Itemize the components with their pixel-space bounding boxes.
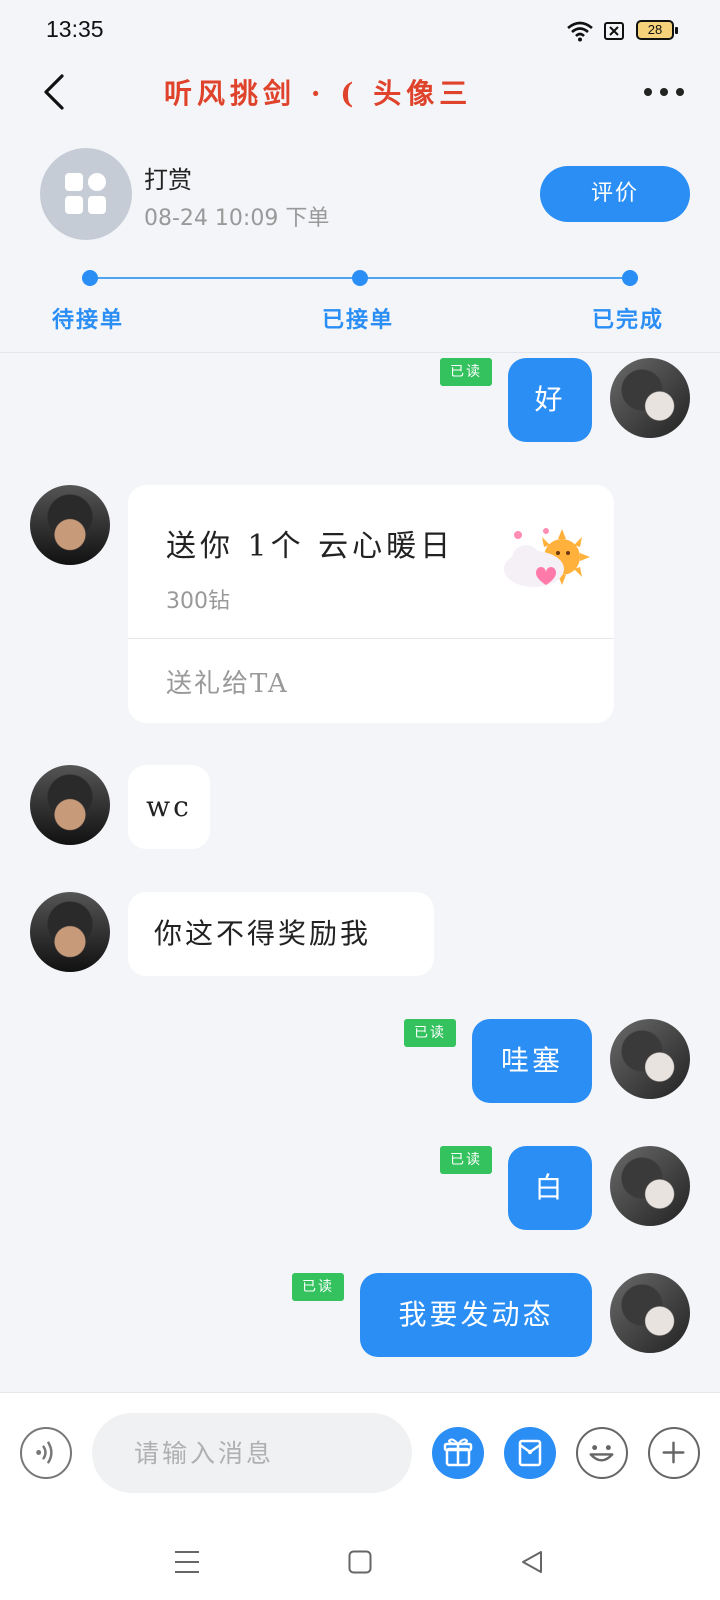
emoji-icon[interactable] [576, 1427, 628, 1479]
gift-title: 送你 1个 云心暖日 [166, 529, 455, 564]
status-time: 13:35 [46, 16, 104, 42]
progress-step-accepted: 已接单 [322, 307, 395, 333]
message-bubble-mine[interactable]: 哇塞 [472, 1019, 592, 1103]
progress-dot-pending [82, 270, 98, 286]
back-icon[interactable] [38, 72, 74, 112]
gift-icon[interactable] [432, 1427, 484, 1479]
message-bubble-mine[interactable]: 白 [508, 1146, 592, 1230]
message-bubble-other[interactable]: wc [128, 765, 210, 849]
system-nav-bar [0, 1512, 720, 1600]
read-badge: 已读 [440, 358, 492, 386]
rate-button[interactable]: 评价 [540, 166, 690, 222]
order-time: 08-24 10:09 下单 [144, 206, 330, 231]
progress-dot-completed [622, 270, 638, 286]
gift-card[interactable]: 送你 1个 云心暖日 300钻 送礼给TA [128, 485, 614, 723]
message-input[interactable] [92, 1413, 412, 1493]
header-divider [0, 352, 720, 353]
wifi-icon [567, 21, 593, 42]
my-avatar[interactable] [610, 1019, 690, 1099]
gift-price: 300钻 [166, 589, 230, 614]
progress-step-pending: 待接单 [52, 307, 125, 333]
read-badge: 已读 [404, 1019, 456, 1047]
contact-avatar[interactable] [30, 485, 110, 565]
order-category-icon [40, 148, 132, 240]
gift-sun-cloud-icon [504, 528, 590, 587]
message-bubble-mine[interactable]: 我要发动态 [360, 1273, 592, 1357]
my-avatar[interactable] [610, 1273, 690, 1353]
order-name: 打赏 [144, 166, 192, 194]
nav-back-icon[interactable] [520, 1550, 544, 1574]
contact-avatar[interactable] [30, 765, 110, 845]
status-bar: 13:35 28 [0, 0, 720, 62]
message-bubble-other[interactable]: 你这不得奖励我 [128, 892, 434, 976]
progress-dot-accepted [352, 270, 368, 286]
gift-divider [128, 638, 614, 639]
contact-avatar[interactable] [30, 892, 110, 972]
voice-input-icon[interactable] [20, 1427, 72, 1479]
send-gift-link[interactable]: 送礼给TA [166, 663, 289, 700]
no-sim-icon [604, 22, 624, 40]
progress-step-completed: 已完成 [592, 307, 665, 333]
add-more-icon[interactable] [648, 1427, 700, 1479]
message-bubble-mine[interactable]: 好 [508, 358, 592, 442]
red-packet-icon[interactable] [504, 1427, 556, 1479]
menu-icon[interactable] [174, 1550, 200, 1574]
more-options-icon[interactable] [644, 78, 686, 102]
battery-indicator: 28 [636, 20, 678, 40]
chat-title: 听风挑剑 · ( 头像三 [164, 77, 473, 110]
home-icon[interactable] [348, 1550, 372, 1574]
read-badge: 已读 [292, 1273, 344, 1301]
read-badge: 已读 [440, 1146, 492, 1174]
my-avatar[interactable] [610, 358, 690, 438]
my-avatar[interactable] [610, 1146, 690, 1226]
